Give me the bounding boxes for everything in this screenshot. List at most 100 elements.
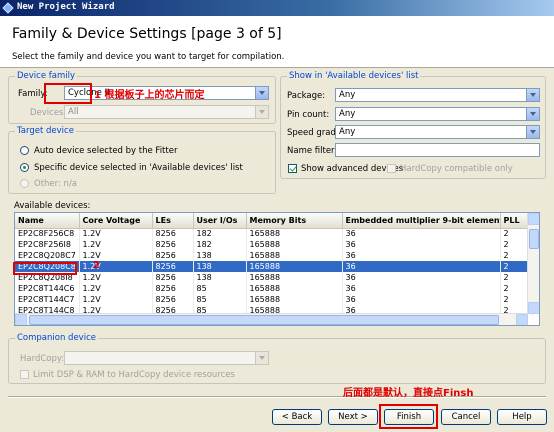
other-device-radio[interactable] bbox=[20, 179, 29, 188]
speed-grade-select-value: Any bbox=[339, 127, 356, 137]
table-cell: 165888 bbox=[246, 261, 343, 272]
specific-device-label[interactable]: Specific device selected in 'Available d… bbox=[34, 163, 243, 173]
table-cell: 36 bbox=[342, 250, 501, 261]
table-row[interactable]: EP2C8F256I81.2V82561821658883628 bbox=[15, 239, 539, 250]
table-cell: 36 bbox=[342, 239, 501, 250]
table-cell: 8256 bbox=[152, 239, 194, 250]
table-cell: 1.2V bbox=[79, 228, 153, 239]
table-cell: 36 bbox=[342, 283, 501, 294]
chevron-down-icon[interactable] bbox=[526, 89, 539, 101]
column-header[interactable]: Memory Bits bbox=[246, 213, 343, 229]
row-highlight-box bbox=[13, 262, 77, 275]
app-icon bbox=[2, 2, 14, 14]
table-cell: 85 bbox=[193, 283, 247, 294]
hardcopy-compatible-checkbox[interactable] bbox=[387, 164, 396, 173]
companion-device-title: Companion device bbox=[15, 333, 98, 343]
table-cell: 138 bbox=[193, 261, 247, 272]
speed-grade-select[interactable]: Any bbox=[335, 125, 540, 139]
package-select-value: Any bbox=[339, 90, 356, 100]
row-annotation: 2 bbox=[93, 260, 100, 271]
show-in-list-title: Show in 'Available devices' list bbox=[287, 71, 421, 81]
table-cell: 8256 bbox=[152, 228, 194, 239]
table-cell: EP2C8F256I8 bbox=[15, 239, 80, 250]
next-button[interactable]: Next > bbox=[328, 409, 378, 425]
table-row[interactable]: EP2C8F256C81.2V82561821658883628 bbox=[15, 228, 539, 239]
table-cell: 138 bbox=[193, 250, 247, 261]
column-header[interactable]: Name bbox=[15, 213, 80, 229]
table-cell: 36 bbox=[342, 294, 501, 305]
hscroll-thumb[interactable] bbox=[29, 315, 499, 325]
table-cell: EP2C8Q208C7 bbox=[15, 250, 80, 261]
table-row[interactable]: EP2C8T144C61.2V8256851658883628 bbox=[15, 283, 539, 294]
limit-dsp-checkbox[interactable] bbox=[20, 370, 29, 379]
table-cell: 8256 bbox=[152, 272, 194, 283]
scroll-down-icon[interactable] bbox=[528, 302, 539, 314]
table-cell: 1.2V bbox=[79, 250, 153, 261]
package-select[interactable]: Any bbox=[335, 88, 540, 102]
table-cell: 8256 bbox=[152, 294, 194, 305]
name-filter-input[interactable] bbox=[335, 143, 540, 157]
auto-device-label[interactable]: Auto device selected by the Fitter bbox=[34, 146, 177, 156]
other-device-label: Other: n/a bbox=[34, 179, 78, 189]
horizontal-scrollbar[interactable] bbox=[15, 313, 528, 325]
column-header[interactable]: Core Voltage bbox=[79, 213, 153, 229]
scroll-right-icon[interactable] bbox=[516, 314, 528, 325]
table-cell: 1.2V bbox=[79, 283, 153, 294]
pin-count-label: Pin count: bbox=[287, 110, 330, 120]
chevron-down-icon bbox=[255, 352, 268, 364]
finish-annotation: 后面都是默认，直接点Finsh bbox=[343, 388, 474, 399]
chevron-down-icon[interactable] bbox=[526, 108, 539, 120]
chevron-down-icon bbox=[255, 106, 268, 118]
family-annotation: 1 根据板子上的芯片而定 bbox=[94, 90, 205, 101]
auto-device-radio[interactable] bbox=[20, 146, 29, 155]
devices-select[interactable]: All bbox=[64, 105, 269, 119]
column-header[interactable]: Embedded multiplier 9-bit elements bbox=[342, 213, 501, 229]
limit-dsp-label: Limit DSP & RAM to HardCopy device resou… bbox=[33, 370, 235, 380]
table-cell: 138 bbox=[193, 272, 247, 283]
package-label: Package: bbox=[287, 91, 326, 101]
chevron-down-icon[interactable] bbox=[526, 126, 539, 138]
table-row[interactable]: EP2C8T144C71.2V8256851658883628 bbox=[15, 294, 539, 305]
table-row[interactable]: EP2C8Q208I81.2V82561381658883628 bbox=[15, 272, 539, 283]
scroll-left-icon[interactable] bbox=[15, 314, 27, 325]
table-cell: 8256 bbox=[152, 283, 194, 294]
scroll-up-icon[interactable] bbox=[528, 213, 539, 225]
hardcopy-select[interactable] bbox=[64, 351, 269, 365]
help-button[interactable]: Help bbox=[497, 409, 547, 425]
table-cell: 165888 bbox=[246, 283, 343, 294]
devices-select-value: All bbox=[68, 107, 79, 117]
pin-count-select[interactable]: Any bbox=[335, 107, 540, 121]
vertical-scrollbar[interactable] bbox=[527, 213, 539, 314]
table-cell: 8256 bbox=[152, 250, 194, 261]
name-filter-label: Name filter: bbox=[287, 146, 338, 156]
table-cell: 165888 bbox=[246, 239, 343, 250]
hardcopy-label: HardCopy: bbox=[20, 354, 65, 364]
cancel-button[interactable]: Cancel bbox=[441, 409, 491, 425]
page-title: Family & Device Settings [page 3 of 5] bbox=[12, 26, 282, 42]
table-cell: 165888 bbox=[246, 272, 343, 283]
table-cell: 36 bbox=[342, 228, 501, 239]
table-cell: 36 bbox=[342, 272, 501, 283]
wizard-header: Family & Device Settings [page 3 of 5] S… bbox=[0, 16, 554, 68]
table-header-row: Name Core Voltage LEs User I/Os Memory Bits E… bbox=[15, 213, 539, 229]
table-body: EP2C8F256C81.2V82561821658883628EP2C8F25… bbox=[15, 228, 539, 316]
column-header[interactable]: User I/Os bbox=[193, 213, 247, 229]
hardcopy-compatible-label: HardCopy compatible only bbox=[400, 164, 513, 174]
new-project-wizard-window: New Project Wizard Family & Device Setti… bbox=[0, 0, 554, 432]
device-family-title: Device family bbox=[15, 71, 78, 81]
table-cell: 165888 bbox=[246, 294, 343, 305]
table-cell: 1.2V bbox=[79, 261, 153, 272]
scroll-thumb[interactable] bbox=[529, 229, 539, 249]
table-cell: 8256 bbox=[152, 261, 194, 272]
specific-device-radio[interactable] bbox=[20, 163, 29, 172]
window-title: New Project Wizard bbox=[17, 2, 115, 12]
chevron-down-icon[interactable] bbox=[255, 87, 268, 99]
back-button[interactable]: < Back bbox=[272, 409, 322, 425]
devices-label: Devices: bbox=[30, 108, 67, 118]
finish-highlight-box bbox=[379, 404, 438, 429]
column-header[interactable]: LEs bbox=[152, 213, 194, 229]
table-cell: EP2C8T144C7 bbox=[15, 294, 80, 305]
table-cell: 1.2V bbox=[79, 294, 153, 305]
show-advanced-checkbox[interactable] bbox=[288, 164, 297, 173]
title-bar[interactable]: New Project Wizard bbox=[0, 0, 554, 16]
